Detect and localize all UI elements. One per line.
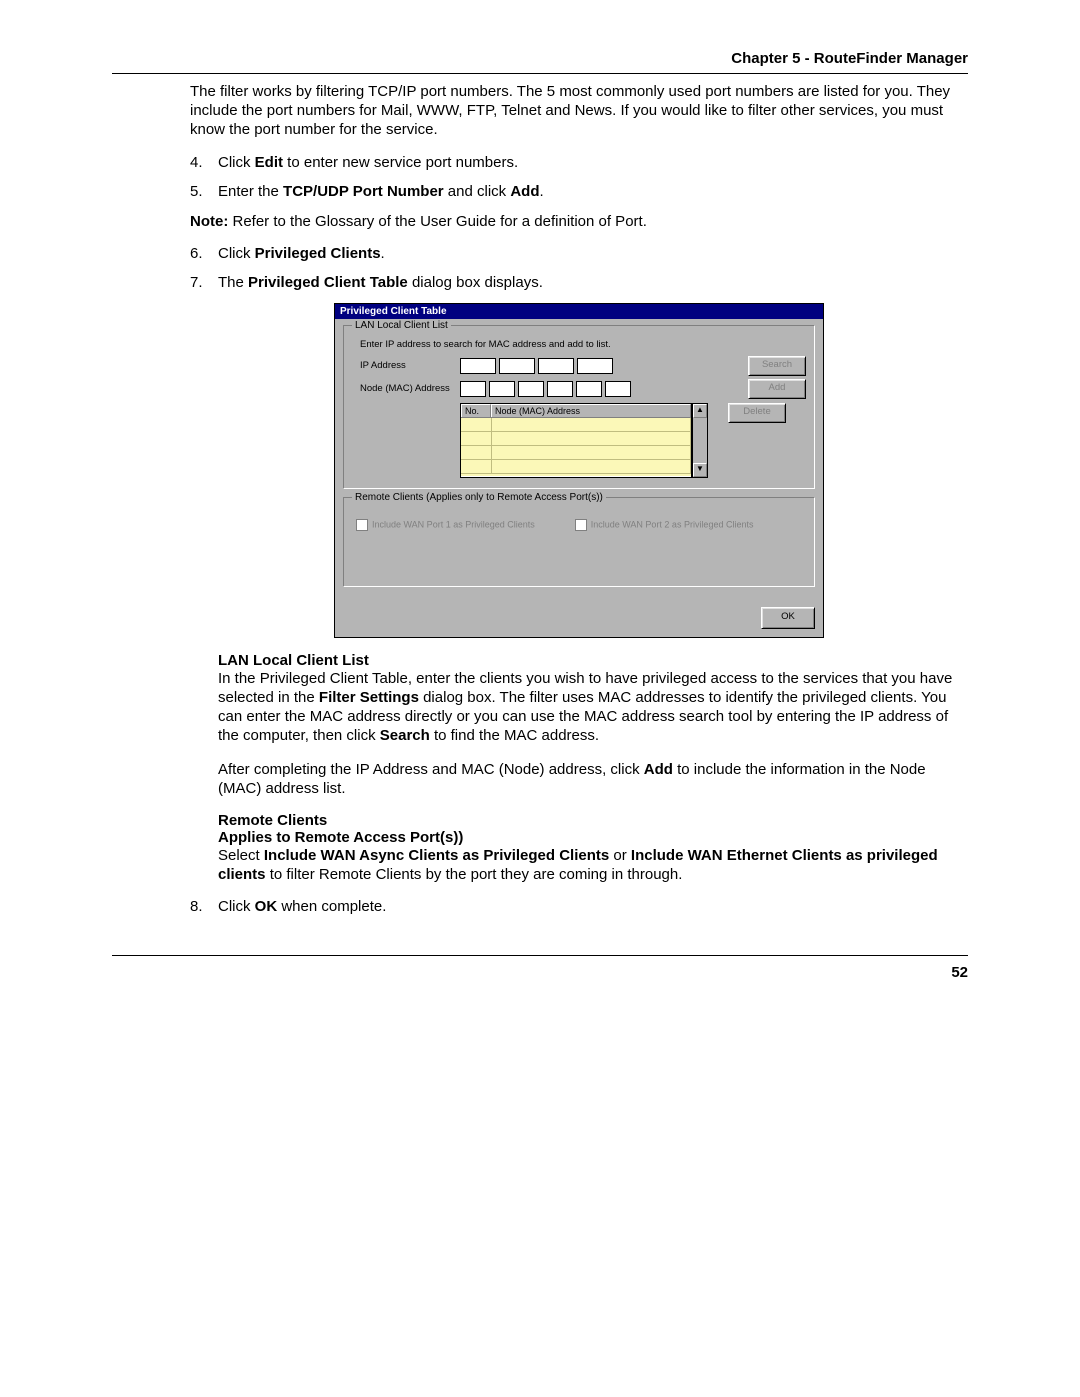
page-header: Chapter 5 - RouteFinder Manager bbox=[112, 50, 968, 67]
step-6: 6. Click Privileged Clients. bbox=[190, 245, 968, 262]
lan-para-2: After completing the IP Address and MAC … bbox=[218, 760, 968, 798]
lan-para-1: In the Privileged Client Table, enter th… bbox=[218, 669, 968, 746]
group-remote-title: Remote Clients (Applies only to Remote A… bbox=[352, 492, 606, 503]
dialog-titlebar: Privileged Client Table bbox=[335, 304, 823, 319]
group-remote: Remote Clients (Applies only to Remote A… bbox=[343, 497, 815, 587]
remote-section-title-1: Remote Clients bbox=[218, 812, 327, 829]
remote-para: Select Include WAN Async Clients as Priv… bbox=[218, 846, 968, 884]
dialog-hint: Enter IP address to search for MAC addre… bbox=[360, 339, 806, 350]
lan-section-title: LAN Local Client List bbox=[218, 652, 369, 669]
add-button[interactable]: Add bbox=[748, 379, 806, 399]
header-rule bbox=[112, 73, 968, 74]
scroll-up-icon[interactable]: ▲ bbox=[693, 404, 707, 418]
dialog-screenshot: Privileged Client Table LAN Local Client… bbox=[334, 303, 824, 638]
note: Note: Refer to the Glossary of the User … bbox=[190, 212, 968, 231]
remote-section-title-2: Applies to Remote Access Port(s)) bbox=[218, 829, 463, 846]
page-number: 52 bbox=[112, 964, 968, 981]
group-lan-title: LAN Local Client List bbox=[352, 320, 451, 331]
col-mac: Node (MAC) Address bbox=[491, 404, 691, 417]
step-7: 7. The Privileged Client Table dialog bo… bbox=[190, 274, 968, 291]
intro-paragraph: The filter works by filtering TCP/IP por… bbox=[190, 82, 968, 140]
label-ip: IP Address bbox=[352, 360, 460, 371]
mac-table[interactable]: No. Node (MAC) Address bbox=[460, 403, 692, 478]
ok-button[interactable]: OK bbox=[761, 607, 815, 629]
ip-address-input[interactable] bbox=[460, 358, 613, 374]
checkbox-wan2[interactable]: Include WAN Port 2 as Privileged Clients bbox=[575, 519, 754, 531]
group-lan: LAN Local Client List Enter IP address t… bbox=[343, 325, 815, 489]
label-mac: Node (MAC) Address bbox=[352, 383, 460, 394]
table-row bbox=[461, 446, 691, 460]
step-8: 8. Click OK when complete. bbox=[190, 898, 968, 915]
mac-address-input[interactable] bbox=[460, 381, 631, 397]
step-5: 5. Enter the TCP/UDP Port Number and cli… bbox=[190, 183, 968, 200]
remote-section: Remote Clients Applies to Remote Access … bbox=[218, 812, 968, 884]
scroll-down-icon[interactable]: ▼ bbox=[693, 463, 707, 477]
scrollbar[interactable]: ▲ ▼ bbox=[692, 403, 708, 478]
table-row bbox=[461, 418, 691, 432]
delete-button[interactable]: Delete bbox=[728, 403, 786, 423]
search-button[interactable]: Search bbox=[748, 356, 806, 376]
col-no: No. bbox=[461, 404, 491, 417]
table-row bbox=[461, 460, 691, 474]
step-4: 4. Click Edit to enter new service port … bbox=[190, 154, 968, 171]
table-row bbox=[461, 432, 691, 446]
checkbox-wan1[interactable]: Include WAN Port 1 as Privileged Clients bbox=[356, 519, 535, 531]
lan-section: LAN Local Client List In the Privileged … bbox=[218, 652, 968, 798]
footer-rule bbox=[112, 955, 968, 956]
